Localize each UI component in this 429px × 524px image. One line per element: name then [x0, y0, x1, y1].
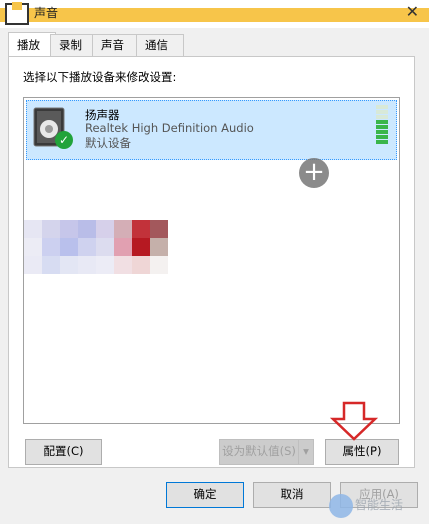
title-bar: 声音 ✕	[0, 0, 429, 28]
meter-segment	[376, 140, 388, 144]
device-list[interactable]: ✓ 扬声器 Realtek High Definition Audio 默认设备…	[23, 97, 400, 424]
level-meter	[376, 105, 388, 145]
tab-sounds[interactable]: 声音	[92, 34, 140, 56]
chevron-down-icon: ▾	[303, 444, 309, 458]
watermark-logo-icon	[329, 494, 353, 518]
meter-segment	[376, 130, 388, 134]
watermark: 智能生活	[325, 492, 425, 520]
playback-panel: 选择以下播放设备来修改设置: ✓ 扬声器 Realtek High Defini…	[8, 56, 415, 468]
tab-label: 通信	[145, 38, 168, 52]
meter-segment	[376, 135, 388, 139]
title-highlight	[0, 8, 429, 22]
meter-segment	[376, 105, 388, 109]
sound-dialog: 声音 ✕ 播放 录制 声音 通信 选择以下播放设备来修改设置: ✓ 扬声器 Re…	[0, 0, 429, 524]
pixelated-overlay	[24, 220, 204, 298]
meter-segment	[376, 125, 388, 129]
add-circle-icon: +	[299, 158, 329, 188]
instruction-text: 选择以下播放设备来修改设置:	[23, 70, 177, 84]
tab-playback[interactable]: 播放	[8, 32, 56, 56]
default-check-icon: ✓	[55, 131, 73, 149]
window-title: 声音	[34, 6, 59, 20]
set-default-dropdown[interactable]: ▾	[298, 439, 314, 465]
configure-button[interactable]: 配置(C)	[25, 439, 102, 465]
tab-label: 播放	[17, 38, 40, 52]
meter-segment	[376, 120, 388, 124]
watermark-text: 智能生活	[355, 498, 404, 512]
meter-segment	[376, 110, 388, 114]
tab-recording[interactable]: 录制	[50, 34, 98, 56]
down-arrow-annotation-icon	[329, 401, 379, 441]
ok-button[interactable]: 确定	[166, 482, 244, 508]
close-icon[interactable]: ✕	[406, 2, 419, 21]
device-item-speaker[interactable]: ✓ 扬声器 Realtek High Definition Audio 默认设备	[26, 100, 397, 160]
tab-communications[interactable]: 通信	[136, 34, 184, 56]
meter-segment	[376, 115, 388, 119]
tab-label: 声音	[101, 38, 124, 52]
properties-button[interactable]: 属性(P)	[325, 439, 399, 465]
window-icon	[5, 2, 29, 25]
tab-label: 录制	[59, 38, 82, 52]
cancel-button[interactable]: 取消	[253, 482, 331, 508]
device-status: 默认设备	[85, 136, 131, 150]
set-default-button[interactable]: 设为默认值(S)	[219, 439, 299, 465]
device-driver: Realtek High Definition Audio	[85, 121, 254, 135]
